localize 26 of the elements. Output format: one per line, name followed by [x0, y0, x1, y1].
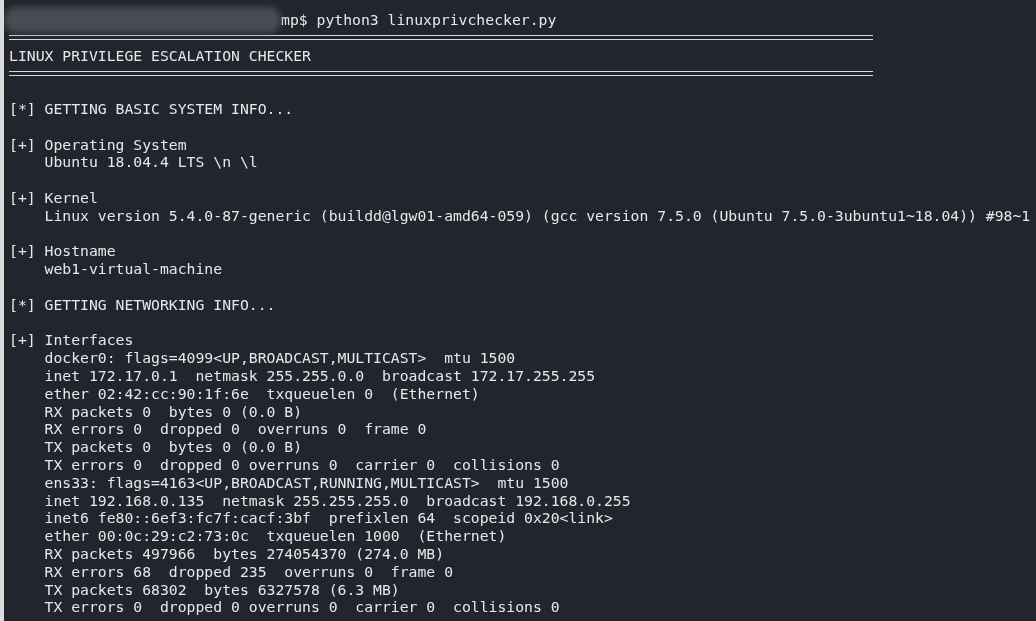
command-line: mp$ python3 linuxprivchecker.py — [281, 11, 557, 29]
output-line: [+] Kernel — [9, 188, 98, 207]
output-line: RX errors 68 dropped 235 overruns 0 frame 0 — [43, 562, 453, 581]
output-line: Ubuntu 18.04.4 LTS \n \l — [43, 153, 258, 172]
output-line: docker0: flags=4099<UP,BROADCAST,MULTICAST> mtu 1500 — [43, 349, 516, 367]
output-line: RX packets 497966 bytes 274054370 (274.0 MB) — [43, 544, 445, 563]
output-line: [+] Interfaces — [9, 331, 134, 350]
output-line: ether 02:42:cc:90:1f:6e txqueuelen 0 (Ethernet) — [43, 384, 480, 403]
output-line: RX errors 0 dropped 0 overruns 0 frame 0 — [43, 420, 427, 439]
output-line: Linux version 5.4.0-87-generic (buildd@lgw01-amd64-059) (gcc version 7.5.0 (Ubuntu 7.5.0-3ubuntu1~18.04)) #98~1 — [43, 206, 1031, 225]
output-line: inet 172.17.0.1 netmask 255.255.0.0 broadcast 172.17.255.255 — [43, 366, 596, 385]
output-line: LINUX PRIVILEGE ESCALATION CHECKER — [9, 46, 311, 65]
output-line: inet6 fe80::6ef3:fc7f:cacf:3bf prefixlen 64 scopeid 0x20<link> — [43, 509, 613, 528]
output-line: [+] Operating System — [9, 135, 187, 154]
output-line: TX packets 68302 bytes 6327578 (6.3 MB) — [43, 580, 400, 599]
output-line: ens33: flags=4163<UP,BROADCAST,RUNNING,MULTICAST> mtu 1500 — [43, 473, 569, 492]
output-line: TX errors 0 dropped 0 overruns 0 carrier 0 collisions 0 — [43, 598, 560, 617]
output-line: TX packets 0 bytes 0 (0.0 B) — [43, 438, 303, 456]
output-line: inet 192.168.0.135 netmask 255.255.255.0 broadcast 192.168.0.255 — [43, 491, 631, 510]
output-line: ether 00:0c:29:c2:73:0c txqueuelen 1000 (Ethernet) — [43, 527, 507, 545]
output-line: [*] GETTING BASIC SYSTEM INFO... — [9, 100, 294, 118]
output-line: [*] GETTING NETWORKING INFO... — [9, 295, 276, 314]
output-line: web1-virtual-machine — [43, 260, 223, 278]
output-line: [+] Hostname — [9, 242, 116, 261]
output-line: RX packets 0 bytes 0 (0.0 B) — [43, 402, 303, 421]
output-line: TX errors 0 dropped 0 overruns 0 carrier 0 collisions 0 — [43, 455, 560, 474]
